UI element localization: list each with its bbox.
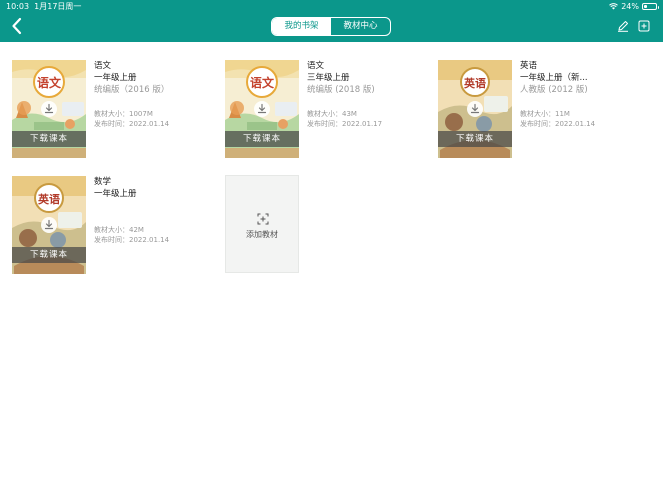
download-icon — [41, 217, 57, 233]
status-date: 1月17日周一 — [34, 2, 82, 11]
book-edition: 人教版 (2012 版) — [520, 85, 588, 95]
book-grade: 三年级上册 — [307, 73, 350, 83]
book-grade: 一年级上册 — [94, 189, 137, 199]
book-card-3[interactable]: 英语 下载课本 英语 一年级上册（新... 人教版 (2012 版) 教材大小：… — [438, 60, 638, 160]
download-icon — [254, 101, 270, 117]
book-date-label: 发布时间： — [520, 119, 555, 128]
tab-textbook-center[interactable]: 教材中心 — [331, 18, 390, 35]
svg-text:语文: 语文 — [250, 75, 275, 90]
book-size-label: 教材大小： — [94, 110, 129, 118]
top-bar: 10:03 1月17日周一 24% 我的书架 教材中心 — [0, 0, 663, 42]
download-textbook-button[interactable]: 下载课本 — [225, 131, 299, 147]
download-textbook-button[interactable]: 下载课本 — [12, 131, 86, 147]
book-date-label: 发布时间： — [307, 119, 342, 128]
book-date-label: 发布时间： — [94, 235, 129, 244]
book-size: 教材大小：11M — [520, 110, 624, 120]
book-date-value: 2022.01.14 — [129, 235, 170, 244]
book-card-1[interactable]: 语文 下载课本 语文 一年级上册 统编版（2016 版） 教材大小：1007M … — [12, 60, 212, 160]
tab-my-bookshelf[interactable]: 我的书架 — [272, 18, 331, 35]
status-time: 10:03 1月17日周一 — [6, 1, 81, 12]
book-info: 英语 一年级上册（新... 人教版 (2012 版) 教材大小：11M 发布时间… — [520, 60, 624, 129]
book-subject: 英语 — [520, 61, 538, 71]
battery-percent: 24% — [621, 2, 639, 11]
book-grade: 一年级上册（新... — [520, 73, 588, 83]
book-cover[interactable]: 语文 下载课本 — [225, 60, 299, 158]
status-clock: 10:03 — [6, 2, 30, 11]
book-date-label: 发布时间： — [94, 119, 129, 128]
book-subject: 语文 — [307, 61, 325, 71]
book-size-value: 43M — [342, 110, 357, 118]
book-card-4[interactable]: 英语 下载课本 数学 一年级上册 教材大小：42M 发布时间：2022.01.1… — [12, 176, 212, 276]
add-textbook-label: 添加教材 — [246, 230, 278, 239]
wifi-icon — [609, 3, 619, 10]
book-size-label: 教材大小： — [94, 226, 129, 234]
book-cover[interactable]: 英语 下载课本 — [12, 176, 86, 274]
book-size: 教材大小：43M — [307, 110, 411, 120]
book-date: 发布时间：2022.01.14 — [520, 120, 624, 130]
book-date: 发布时间：2022.01.14 — [94, 236, 198, 246]
book-card-2[interactable]: 语文 下载课本 语文 三年级上册 统编版 (2018 版) 教材大小：43M 发… — [225, 60, 425, 160]
book-date-value: 2022.01.14 — [555, 119, 596, 128]
book-cover[interactable]: 语文 下载课本 — [12, 60, 86, 158]
book-date: 发布时间：2022.01.14 — [94, 120, 198, 130]
book-date-value: 2022.01.17 — [342, 119, 383, 128]
svg-text:语文: 语文 — [37, 75, 62, 90]
battery-icon — [642, 3, 659, 10]
download-icon — [41, 101, 57, 117]
add-textbook-button[interactable]: 添加教材 — [225, 175, 299, 273]
add-icon — [257, 213, 269, 225]
book-grade: 一年级上册 — [94, 73, 137, 83]
book-subject: 数学 — [94, 177, 112, 187]
book-size-label: 教材大小： — [520, 110, 555, 118]
add-square-icon[interactable] — [638, 20, 650, 32]
book-size-value: 1007M — [129, 110, 153, 118]
download-textbook-button[interactable]: 下载课本 — [438, 131, 512, 147]
download-textbook-button[interactable]: 下载课本 — [12, 247, 86, 263]
book-cover[interactable]: 英语 下载课本 — [438, 60, 512, 158]
book-subject: 语文 — [94, 61, 112, 71]
book-size: 教材大小：42M — [94, 226, 198, 236]
book-date-value: 2022.01.14 — [129, 119, 170, 128]
edit-icon[interactable] — [617, 20, 629, 32]
book-edition: 统编版（2016 版） — [94, 85, 170, 95]
battery-fill — [644, 5, 647, 8]
book-edition: 统编版 (2018 版) — [307, 85, 375, 95]
book-info: 语文 三年级上册 统编版 (2018 版) 教材大小：43M 发布时间：2022… — [307, 60, 411, 129]
back-icon[interactable] — [10, 17, 24, 35]
book-size: 教材大小：1007M — [94, 110, 198, 120]
book-info: 数学 一年级上册 教材大小：42M 发布时间：2022.01.14 — [94, 176, 198, 245]
svg-text:英语: 英语 — [37, 192, 60, 206]
download-icon — [467, 101, 483, 117]
segmented-tabs: 我的书架 教材中心 — [271, 17, 391, 36]
svg-text:英语: 英语 — [463, 76, 486, 90]
book-date: 发布时间：2022.01.17 — [307, 120, 411, 130]
status-indicators: 24% — [609, 1, 659, 12]
book-size-value: 11M — [555, 110, 570, 118]
book-size-label: 教材大小： — [307, 110, 342, 118]
book-info: 语文 一年级上册 统编版（2016 版） 教材大小：1007M 发布时间：202… — [94, 60, 198, 129]
book-size-value: 42M — [129, 226, 144, 234]
